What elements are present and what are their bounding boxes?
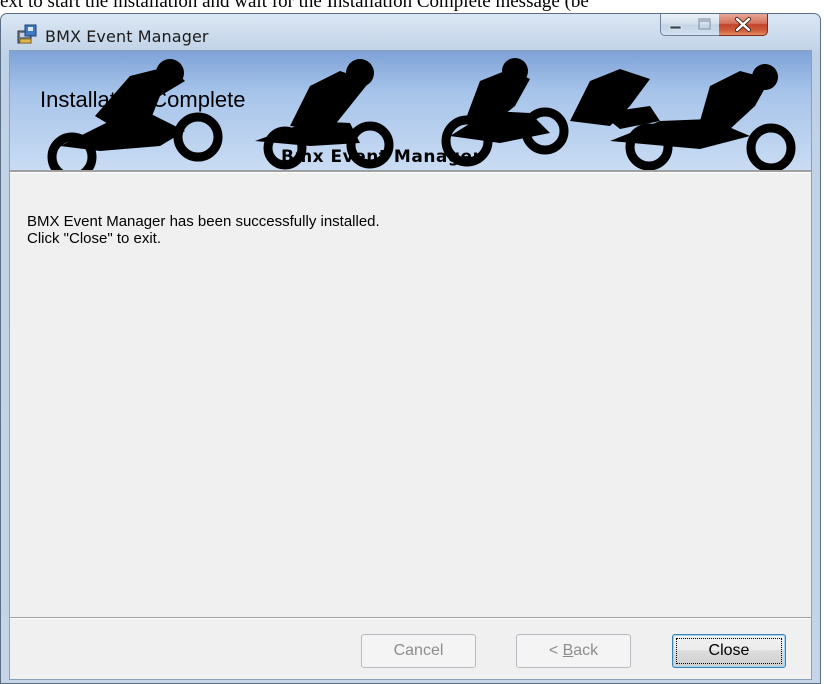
installer-icon (17, 24, 37, 44)
close-button[interactable]: Close (672, 634, 786, 668)
minimize-icon (669, 25, 682, 30)
title-bar[interactable]: BMX Event Manager (1, 14, 820, 50)
footer-separator (10, 617, 811, 619)
message-line-success: BMX Event Manager has been successfully … (27, 213, 380, 230)
background-document-text: ext to start the installation and wait f… (0, 0, 589, 12)
back-button-rest: ack (573, 642, 599, 659)
cancel-button[interactable]: Cancel (361, 634, 476, 668)
installer-window: BMX Event Manager Installation Complete (0, 13, 821, 684)
minimize-button[interactable] (660, 14, 691, 36)
window-title: BMX Event Manager (45, 27, 209, 46)
message-line-instruction: Click "Close" to exit. (27, 230, 162, 247)
back-button-prefix: < (548, 642, 563, 659)
close-x-icon (735, 17, 751, 32)
maximize-icon (698, 18, 711, 30)
maximize-button[interactable] (690, 14, 720, 36)
back-button[interactable]: < Back (516, 634, 631, 668)
banner: Installation Complete Bmx Event Manager (10, 51, 811, 170)
install-message: BMX Event Manager has been successfully … (27, 213, 380, 247)
close-window-button[interactable] (719, 14, 768, 36)
banner-separator (10, 170, 811, 173)
banner-subtitle: Bmx Event Manager (281, 147, 482, 167)
back-button-accelerator: B (562, 642, 574, 659)
close-button-label: Close (708, 642, 750, 659)
dialog-client-area: Installation Complete Bmx Event Manager … (9, 50, 812, 680)
